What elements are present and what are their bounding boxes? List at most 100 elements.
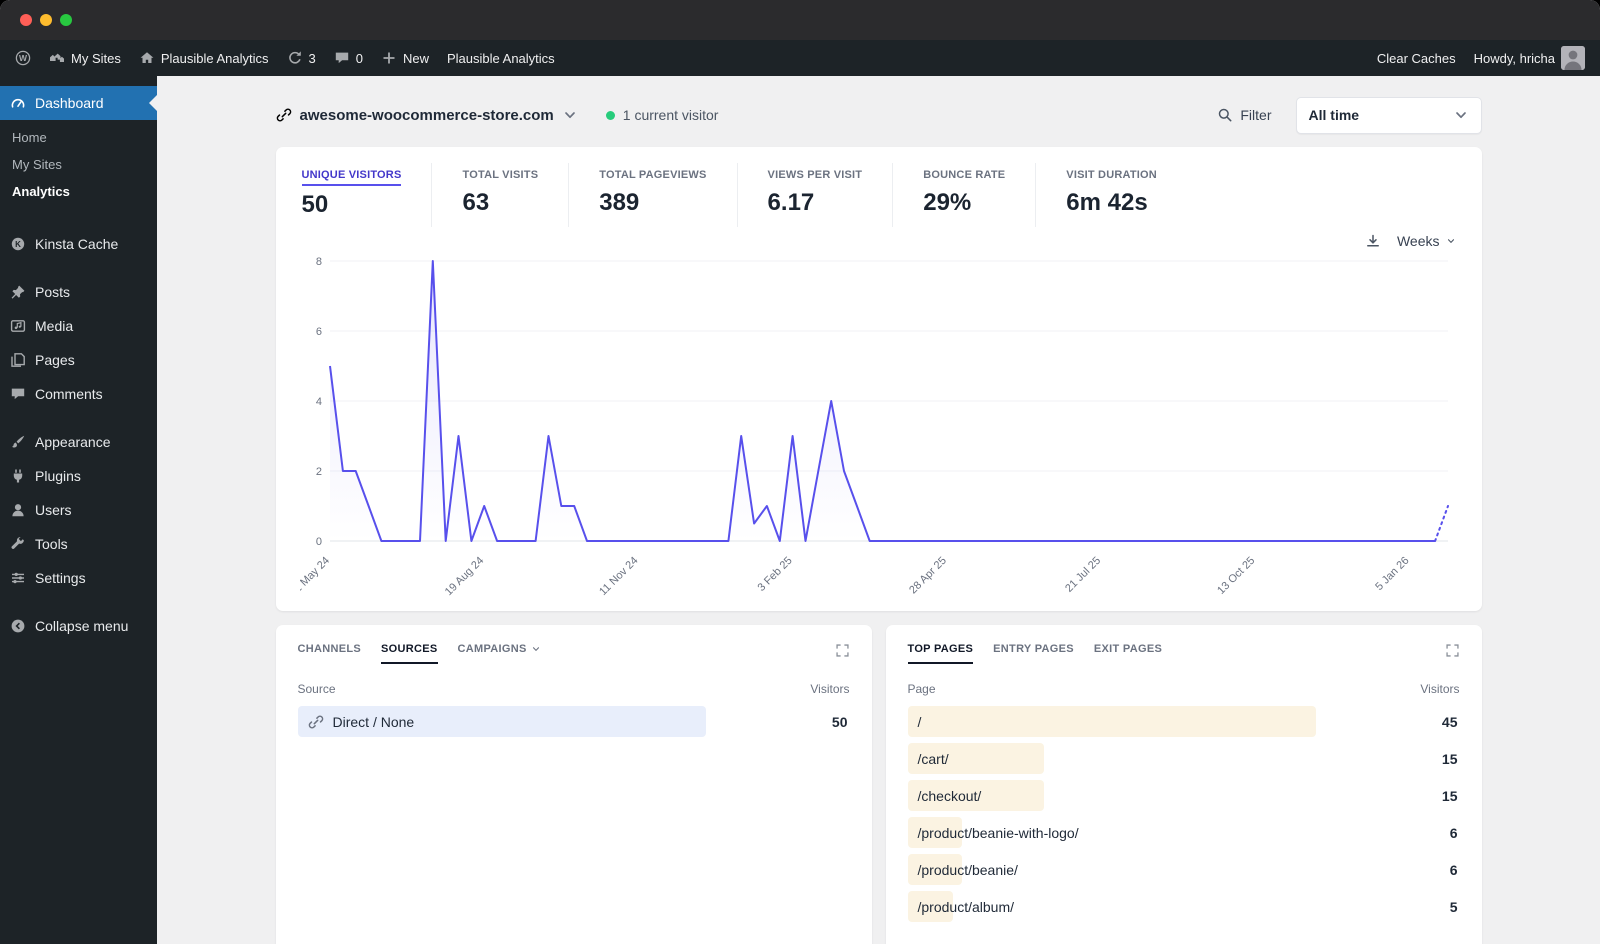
- tab-entry-pages[interactable]: ENTRY PAGES: [993, 643, 1074, 662]
- row-label: /product/album/: [917, 898, 1015, 915]
- sidebar-item-tools[interactable]: Tools: [0, 527, 157, 561]
- current-menu-arrow: [149, 95, 157, 111]
- chevron-down-icon: [1446, 236, 1456, 246]
- stat-views-per-visit[interactable]: VIEWS PER VISIT 6.17: [736, 163, 893, 227]
- menu-separator: [0, 261, 157, 275]
- adminbar-wp-logo[interactable]: W: [6, 40, 40, 76]
- sidebar-item-label: Tools: [35, 536, 68, 552]
- expand-icon[interactable]: [1445, 643, 1460, 663]
- stat-label: UNIQUE VISITORS: [301, 169, 402, 186]
- sidebar-sub-home[interactable]: Home: [0, 124, 157, 151]
- row-label: Direct / None: [298, 714, 414, 730]
- sidebar-item-label: Plugins: [35, 468, 81, 484]
- visitors-chart[interactable]: 0 2 4 6 8 31 May 24 19 Aug 24 11 Nov 24 3 Feb 25…: [300, 253, 1458, 605]
- sources-table: Direct / None 50: [297, 706, 850, 737]
- adminbar-clear-caches-label: Clear Caches: [1376, 50, 1456, 66]
- my-sites-icon: [49, 50, 65, 66]
- pages-columns: Page Visitors: [907, 682, 1460, 696]
- adminbar-current-page[interactable]: Plausible Analytics: [438, 40, 564, 76]
- row-label: /product/beanie-with-logo/: [917, 824, 1079, 841]
- stat-total-pageviews[interactable]: TOTAL PAGEVIEWS 389: [568, 163, 736, 227]
- svg-text:31 May 24: 31 May 24: [300, 555, 332, 600]
- stat-visit-duration[interactable]: VISIT DURATION 6m 42s: [1035, 163, 1187, 227]
- pages-icon: [10, 352, 26, 368]
- sidebar-item-label: Appearance: [35, 434, 111, 450]
- table-row[interactable]: /product/beanie/6: [907, 854, 1460, 885]
- tab-sources[interactable]: SOURCES: [381, 643, 438, 664]
- dashboard-icon: [10, 95, 26, 111]
- sidebar-item-dashboard[interactable]: Dashboard: [0, 86, 157, 120]
- chevron-down-icon: [531, 644, 541, 654]
- sidebar-sub-analytics[interactable]: Analytics: [0, 178, 157, 205]
- stat-total-visits[interactable]: TOTAL VISITS 63: [431, 163, 568, 227]
- tab-exit-pages[interactable]: EXIT PAGES: [1094, 643, 1162, 662]
- adminbar-comments[interactable]: 0: [325, 40, 372, 76]
- interval-select[interactable]: Weeks: [1397, 233, 1456, 249]
- stat-label: TOTAL VISITS: [462, 169, 539, 181]
- appearance-icon: [10, 434, 26, 450]
- adminbar-my-sites[interactable]: My Sites: [40, 40, 130, 76]
- row-visitors: 6: [1449, 861, 1458, 878]
- sidebar-item-plugins[interactable]: Plugins: [0, 459, 157, 493]
- sidebar-sub-my-sites[interactable]: My Sites: [0, 151, 157, 178]
- time-range-select[interactable]: All time: [1295, 96, 1482, 134]
- svg-text:19 Aug 24: 19 Aug 24: [442, 555, 486, 599]
- tab-channels[interactable]: CHANNELS: [298, 643, 362, 662]
- table-row[interactable]: /cart/15: [907, 743, 1460, 774]
- user-avatar: [1561, 46, 1585, 70]
- tab-top-pages[interactable]: TOP PAGES: [907, 643, 974, 664]
- adminbar-updates[interactable]: 3: [278, 40, 325, 76]
- minimize-window-button[interactable]: [40, 14, 52, 26]
- row-label: /: [917, 713, 922, 730]
- plugins-icon: [10, 468, 26, 484]
- table-row[interactable]: /product/album/5: [907, 891, 1460, 922]
- table-row[interactable]: /checkout/15: [907, 780, 1460, 811]
- expand-icon[interactable]: [835, 643, 850, 663]
- sidebar-item-media[interactable]: Media: [0, 309, 157, 343]
- updates-icon: [287, 50, 303, 66]
- fullscreen-window-button[interactable]: [60, 14, 72, 26]
- svg-text:5 Jan 26: 5 Jan 26: [1373, 555, 1411, 593]
- adminbar-new[interactable]: New: [372, 40, 438, 76]
- sidebar-item-settings[interactable]: Settings: [0, 561, 157, 595]
- macos-titlebar: [0, 0, 1600, 40]
- table-row[interactable]: Direct / None 50: [297, 706, 850, 737]
- stat-unique-visitors[interactable]: UNIQUE VISITORS 50: [300, 163, 432, 227]
- download-icon[interactable]: [1365, 233, 1381, 249]
- online-dot: [605, 110, 615, 120]
- sources-card: CHANNELS SOURCES CAMPAIGNS Source Visitors…: [275, 625, 872, 944]
- analytics-card: UNIQUE VISITORS 50 TOTAL VISITS 63 TOTAL…: [275, 147, 1482, 611]
- sidebar-item-kinsta-cache[interactable]: K Kinsta Cache: [0, 227, 157, 261]
- svg-text:K: K: [15, 240, 21, 249]
- sidebar-item-posts[interactable]: Posts: [0, 275, 157, 309]
- sidebar-item-appearance[interactable]: Appearance: [0, 425, 157, 459]
- chart-toolbar: Weeks: [302, 233, 1456, 249]
- sidebar-item-users[interactable]: Users: [0, 493, 157, 527]
- media-icon: [10, 318, 26, 334]
- svg-text:4: 4: [315, 396, 321, 408]
- row-visitors: 15: [1441, 750, 1458, 767]
- tab-campaigns[interactable]: CAMPAIGNS: [458, 643, 541, 662]
- adminbar-new-label: New: [402, 50, 429, 66]
- sidebar-item-collapse-menu[interactable]: Collapse menu: [0, 609, 157, 643]
- adminbar-clear-caches[interactable]: Clear Caches: [1368, 40, 1465, 76]
- filter-button[interactable]: Filter: [1217, 107, 1272, 123]
- table-row[interactable]: / 45: [907, 706, 1460, 737]
- sidebar-item-pages[interactable]: Pages: [0, 343, 157, 377]
- table-row[interactable]: /product/beanie-with-logo/6: [907, 817, 1460, 848]
- adminbar-my-account[interactable]: Howdy, hricha: [1465, 40, 1594, 76]
- menu-separator: [0, 411, 157, 425]
- site-switcher[interactable]: awesome-woocommerce-store.com: [276, 107, 578, 124]
- svg-text:2: 2: [315, 466, 321, 478]
- users-icon: [10, 502, 26, 518]
- stat-value: 29%: [923, 189, 972, 216]
- adminbar-comments-label: 0: [355, 50, 363, 66]
- sidebar-item-label: Pages: [35, 352, 75, 368]
- close-window-button[interactable]: [20, 14, 32, 26]
- sidebar-item-comments[interactable]: Comments: [0, 377, 157, 411]
- comment-icon: [334, 50, 350, 66]
- adminbar-site-home[interactable]: Plausible Analytics: [130, 40, 278, 76]
- wp-admin-bar: W My Sites Plausible Analytics 3 0 New Plausib…: [0, 40, 1600, 76]
- plus-icon: [381, 50, 397, 66]
- stat-bounce-rate[interactable]: BOUNCE RATE 29%: [892, 163, 1035, 227]
